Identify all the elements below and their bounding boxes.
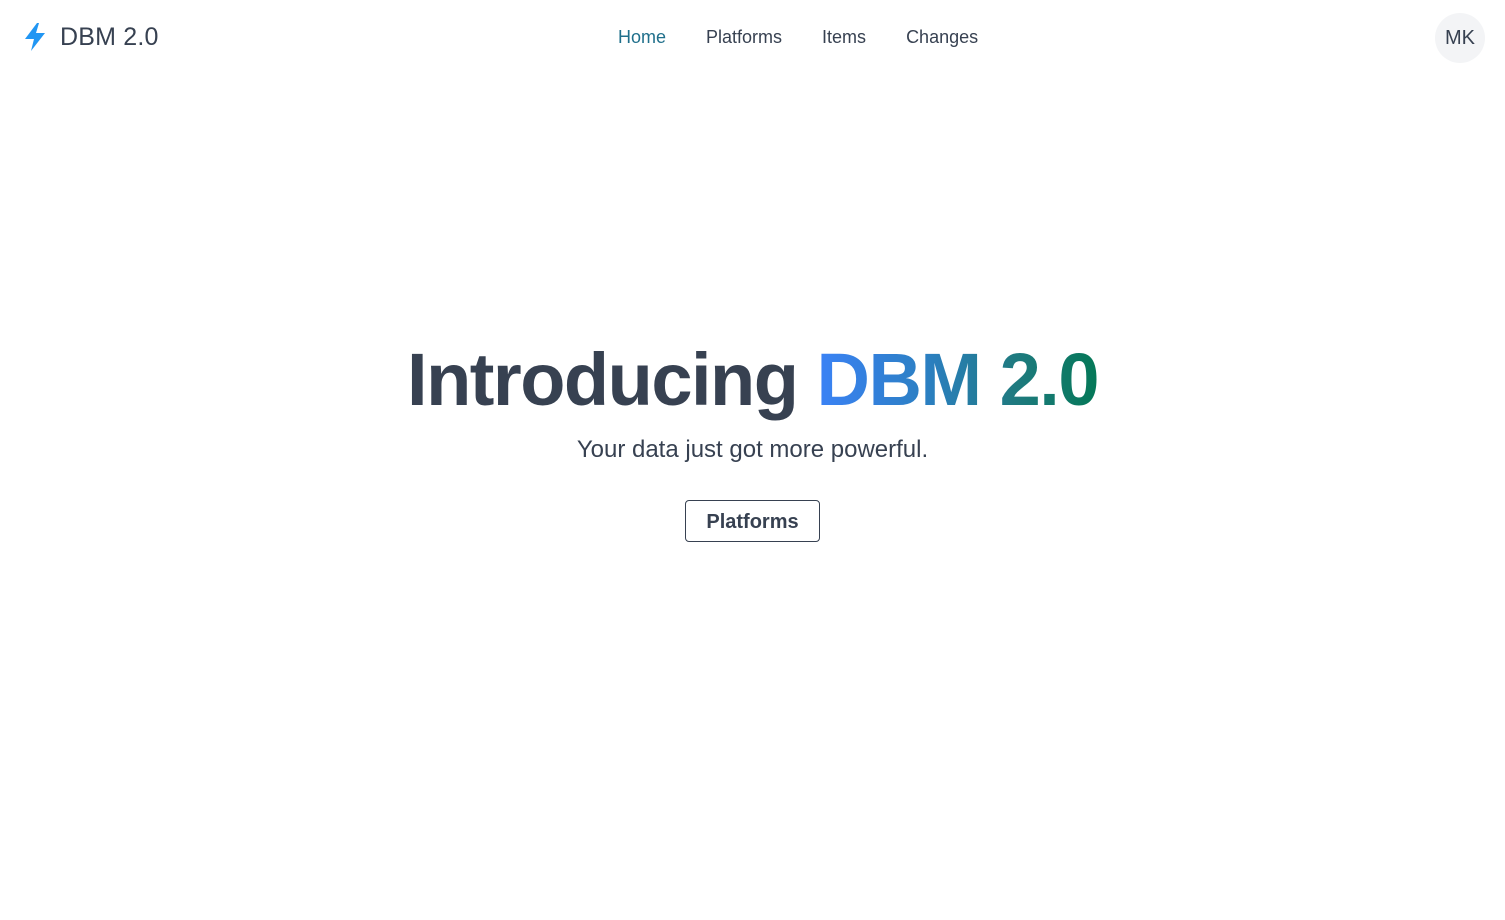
nav-items[interactable]: Items bbox=[802, 24, 886, 50]
lightning-bolt-icon bbox=[25, 23, 45, 51]
hero-title: Introducing DBM 2.0 bbox=[0, 335, 1505, 425]
user-initials: MK bbox=[1445, 26, 1475, 49]
hero-section: Introducing DBM 2.0 Your data just got m… bbox=[0, 335, 1505, 542]
hero-title-prefix: Introducing bbox=[407, 338, 799, 421]
nav-platforms[interactable]: Platforms bbox=[686, 24, 802, 50]
nav-changes[interactable]: Changes bbox=[886, 24, 998, 50]
top-navbar: DBM 2.0 Home Platforms Items Changes MK bbox=[0, 0, 1505, 75]
brand-link[interactable]: DBM 2.0 bbox=[22, 22, 159, 52]
platforms-button[interactable]: Platforms bbox=[685, 500, 820, 542]
hero-title-accent: DBM 2.0 bbox=[816, 338, 1100, 421]
user-avatar[interactable]: MK bbox=[1435, 13, 1485, 63]
nav-home[interactable]: Home bbox=[598, 24, 686, 50]
page: DBM 2.0 Home Platforms Items Changes MK … bbox=[0, 0, 1505, 920]
main-nav: Home Platforms Items Changes bbox=[598, 24, 998, 50]
brand-name: DBM 2.0 bbox=[60, 23, 159, 51]
hero-subtitle: Your data just got more powerful. bbox=[576, 436, 929, 463]
